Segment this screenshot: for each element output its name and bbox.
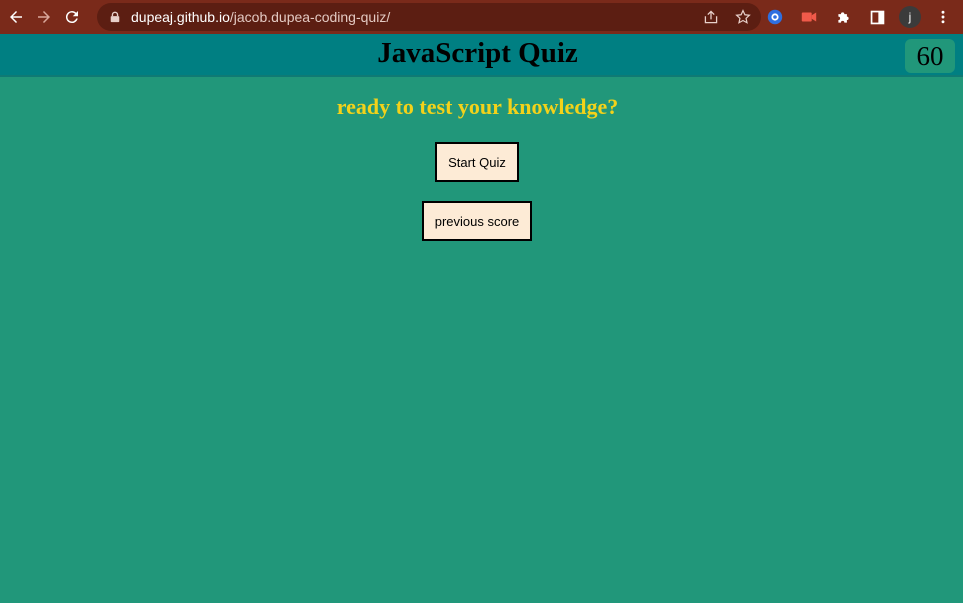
browser-toolbar: dupeaj.github.io/jacob.dupea-coding-quiz… [0, 0, 963, 34]
lock-icon[interactable] [109, 10, 123, 24]
page-header: JavaScript Quiz 60 [0, 34, 963, 77]
back-icon[interactable] [4, 5, 28, 29]
previous-score-button[interactable]: previous score [422, 201, 532, 241]
bookmark-star-icon[interactable] [733, 7, 753, 27]
extension-circle-icon[interactable] [763, 5, 787, 29]
side-panel-icon[interactable] [865, 5, 889, 29]
profile-avatar[interactable]: j [899, 6, 921, 28]
url-path: /jacob.dupea-coding-quiz/ [229, 9, 391, 25]
timer-display: 60 [905, 39, 955, 73]
page-title: JavaScript Quiz [377, 37, 578, 69]
address-bar[interactable]: dupeaj.github.io/jacob.dupea-coding-quiz… [97, 3, 761, 31]
forward-icon[interactable] [32, 5, 56, 29]
share-icon[interactable] [701, 7, 721, 27]
url-host: dupeaj.github.io [131, 9, 230, 25]
menu-kebab-icon[interactable] [931, 5, 955, 29]
url-text: dupeaj.github.io/jacob.dupea-coding-quiz… [131, 9, 390, 25]
extensions-puzzle-icon[interactable] [831, 5, 855, 29]
reload-icon[interactable] [60, 5, 84, 29]
start-quiz-button[interactable]: Start Quiz [435, 142, 519, 182]
intro-heading: ready to test your knowledge? [336, 94, 619, 119]
extension-record-icon[interactable] [797, 5, 821, 29]
